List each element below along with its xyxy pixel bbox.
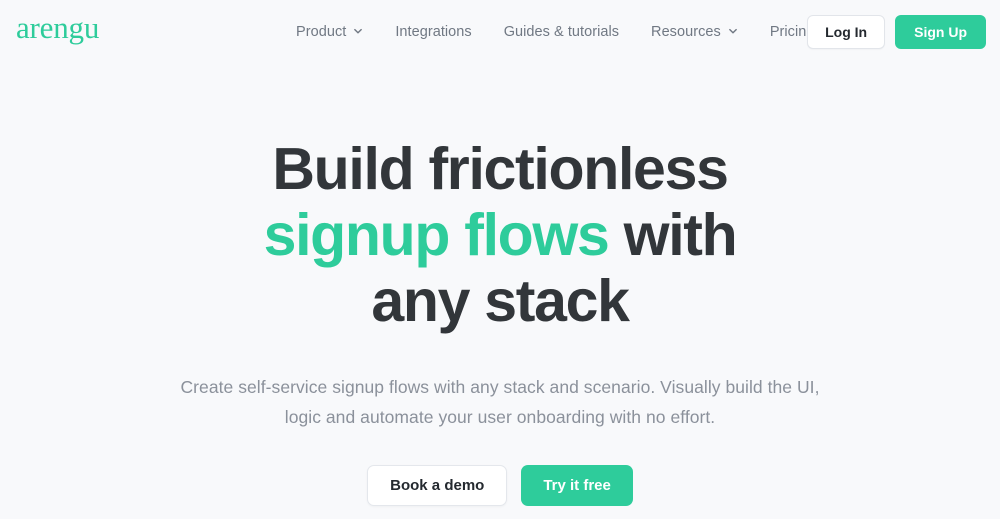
chevron-down-icon bbox=[728, 26, 738, 36]
brand-logo[interactable]: arengu bbox=[16, 12, 99, 43]
hero-headline-line-2-rest: with bbox=[623, 202, 738, 268]
book-a-demo-button[interactable]: Book a demo bbox=[367, 465, 508, 506]
hero-subtitle: Create self-service signup flows with an… bbox=[180, 377, 820, 427]
nav-item-integrations[interactable]: Integrations bbox=[385, 18, 481, 46]
header-actions: Log In Sign Up bbox=[807, 0, 986, 64]
site-header: arengu Product Integrations Guides & tut… bbox=[0, 0, 1000, 64]
hero-headline: Build frictionless signup flows with any… bbox=[0, 136, 1000, 334]
hero-cta-group: Book a demo Try it free bbox=[0, 465, 1000, 506]
hero-headline-line-3: any stack bbox=[371, 268, 630, 334]
chevron-down-icon bbox=[353, 26, 363, 36]
nav-item-label: Resources bbox=[651, 24, 721, 40]
hero-headline-highlight: signup flows bbox=[263, 202, 610, 268]
log-in-button[interactable]: Log In bbox=[807, 15, 886, 49]
landing-page: arengu Product Integrations Guides & tut… bbox=[0, 0, 1000, 519]
nav-item-guides-tutorials[interactable]: Guides & tutorials bbox=[494, 18, 629, 46]
try-it-free-button[interactable]: Try it free bbox=[521, 465, 633, 506]
hero-section: Build frictionless signup flows with any… bbox=[0, 64, 1000, 506]
nav-item-label: Guides & tutorials bbox=[503, 24, 620, 40]
main-navigation: Product Integrations Guides & tutorials … bbox=[286, 0, 824, 64]
nav-item-product[interactable]: Product bbox=[286, 18, 373, 46]
hero-headline-line-1: Build frictionless bbox=[272, 136, 729, 202]
sign-up-button[interactable]: Sign Up bbox=[895, 15, 986, 49]
nav-item-label: Product bbox=[296, 24, 347, 40]
nav-item-resources[interactable]: Resources bbox=[641, 18, 748, 46]
nav-item-label: Integrations bbox=[395, 24, 472, 40]
